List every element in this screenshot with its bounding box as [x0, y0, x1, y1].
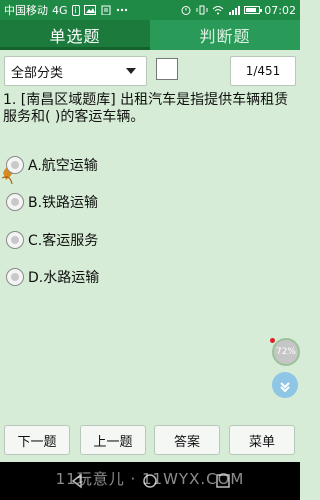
question-text: 1. [南昌区域题库] 出租汽车是指提供车辆租赁服务和( )的客运车辆。	[3, 92, 289, 125]
radio-dot	[11, 198, 19, 206]
toolbar: 全部分类 1/451	[0, 50, 300, 90]
carrier-name: 中国移动	[4, 4, 48, 17]
radio-dot	[11, 236, 19, 244]
download-icon	[280, 382, 290, 392]
status-left: 中国移动 4G i	[4, 2, 128, 18]
radio-dot	[11, 273, 19, 281]
tab-single-choice[interactable]: 单选题	[0, 20, 150, 50]
option-a[interactable]: A.航空运输	[6, 152, 98, 178]
floating-download-button[interactable]	[272, 372, 298, 398]
prev-question-button[interactable]: 上一题	[80, 425, 146, 455]
question-type-tabs: 单选题 判断题	[0, 20, 300, 50]
option-d[interactable]: D.水路运输	[6, 264, 99, 290]
wifi-icon	[212, 6, 224, 15]
tab-label: 单选题	[49, 27, 101, 46]
watermark-text: 11玩意儿 · 11WYX.COM	[55, 470, 245, 488]
page-counter-text: 1/451	[245, 64, 281, 78]
alarm-icon	[181, 6, 191, 15]
vibrate-icon	[196, 5, 208, 15]
option-label: B.铁路运输	[28, 195, 99, 211]
option-label: C.客运服务	[28, 233, 99, 249]
radio-button[interactable]	[6, 231, 24, 249]
network-type: 4G	[52, 3, 68, 17]
clock: 07:02	[264, 3, 296, 17]
option-label: D.水路运输	[28, 270, 100, 286]
page-counter[interactable]: 1/451	[230, 56, 296, 86]
radio-button[interactable]	[6, 193, 24, 211]
image-icon	[83, 5, 96, 15]
chevron-down-icon	[126, 68, 136, 74]
battery-fill	[246, 8, 257, 12]
radio-button[interactable]	[6, 156, 24, 174]
notification-dot	[270, 338, 275, 343]
carrier-badge: i	[71, 4, 80, 16]
button-label: 下一题	[17, 434, 57, 450]
tab-true-false[interactable]: 判断题	[150, 20, 300, 50]
button-label: 菜单	[248, 434, 275, 450]
signal-icon	[229, 6, 241, 15]
battery-icon	[244, 6, 263, 14]
more-dots-icon	[116, 8, 127, 12]
option-label: A.航空运输	[28, 158, 98, 174]
clipboard-icon	[101, 5, 111, 15]
favorite-checkbox[interactable]	[156, 58, 178, 80]
status-right: 07:02	[180, 4, 296, 17]
radio-button[interactable]	[6, 268, 24, 286]
radio-dot	[11, 161, 19, 169]
option-c[interactable]: C.客运服务	[6, 227, 98, 253]
tab-label: 判断题	[199, 27, 251, 46]
floating-progress-badge[interactable]: 72%	[272, 338, 300, 366]
category-value: 全部分类	[11, 65, 64, 81]
option-b[interactable]: B.铁路运输	[6, 189, 98, 215]
menu-button[interactable]: 菜单	[229, 425, 295, 455]
status-bar: 中国移动 4G i 07:02	[0, 0, 300, 20]
category-dropdown[interactable]: 全部分类	[4, 56, 147, 86]
button-label: 答案	[173, 434, 200, 450]
answer-button[interactable]: 答案	[154, 425, 220, 455]
next-question-button[interactable]: 下一题	[4, 425, 70, 455]
button-label: 上一题	[93, 434, 133, 450]
progress-text: 72%	[275, 347, 296, 357]
